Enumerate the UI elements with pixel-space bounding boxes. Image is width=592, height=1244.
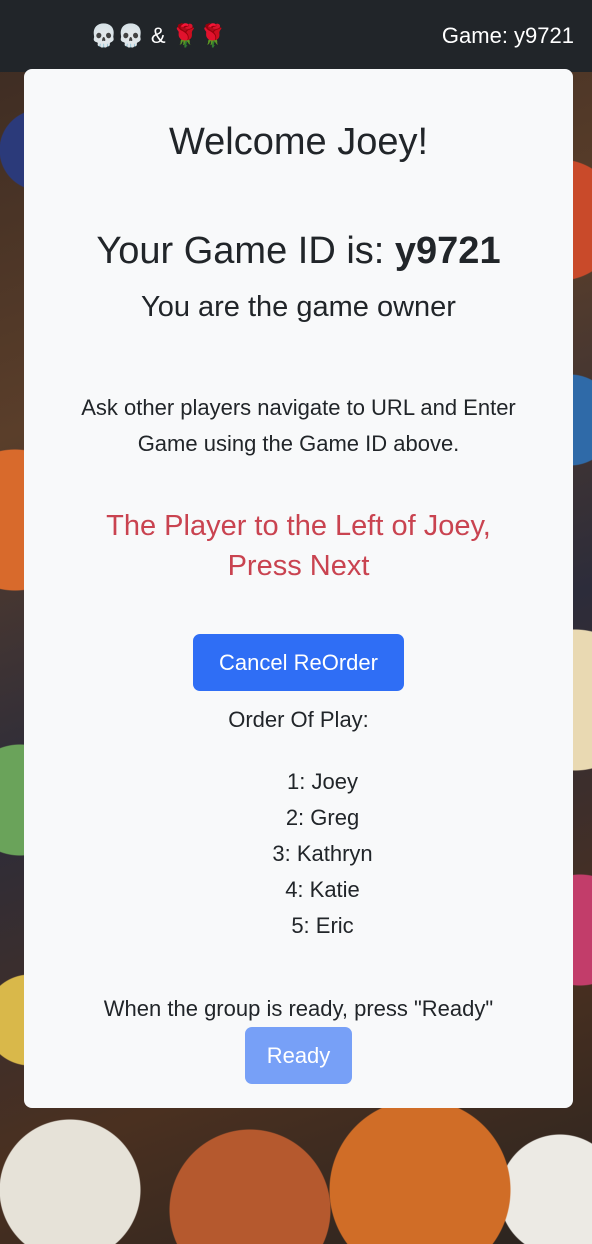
player-item: 3: Kathryn xyxy=(272,841,373,866)
game-card: Welcome Joey! Your Game ID is: y9721 You… xyxy=(24,69,573,1108)
player-item: 4: Katie xyxy=(285,877,360,902)
order-of-play-list: 1: Joey 2: Greg 3: Kathryn 4: Katie 5: E… xyxy=(24,764,573,944)
game-id-prefix: Your Game ID is: xyxy=(96,230,395,272)
game-id-value: y9721 xyxy=(394,230,501,272)
welcome-heading: Welcome Joey! xyxy=(168,121,429,163)
order-of-play-label: Order Of Play: xyxy=(228,707,369,732)
turn-alert-line1: The Player to the Left of Joey, xyxy=(106,510,491,542)
ready-button[interactable]: Ready xyxy=(245,1027,352,1084)
nav-game-id: Game: y9721 xyxy=(441,23,574,48)
brand-logo[interactable]: 💀💀 & 🌹🌹 xyxy=(90,23,226,49)
navbar: 💀💀 & 🌹🌹 Game: y9721 xyxy=(0,0,592,72)
ready-instructions: When the group is ready, press "Ready" xyxy=(103,996,494,1021)
owner-text: You are the game owner xyxy=(141,291,456,323)
player-item: 1: Joey xyxy=(287,769,358,794)
cancel-reorder-button[interactable]: Cancel ReOrder xyxy=(193,634,404,691)
player-item: 2: Greg xyxy=(285,805,360,830)
player-item: 5: Eric xyxy=(291,913,354,938)
turn-alert-line2: Press Next xyxy=(227,550,370,582)
game-id-heading: Your Game ID is: y9721 xyxy=(24,230,573,273)
turn-alert: The Player to the Left of Joey, Press Ne… xyxy=(54,506,543,586)
instructions-text: Ask other players navigate to URL and En… xyxy=(81,395,516,456)
